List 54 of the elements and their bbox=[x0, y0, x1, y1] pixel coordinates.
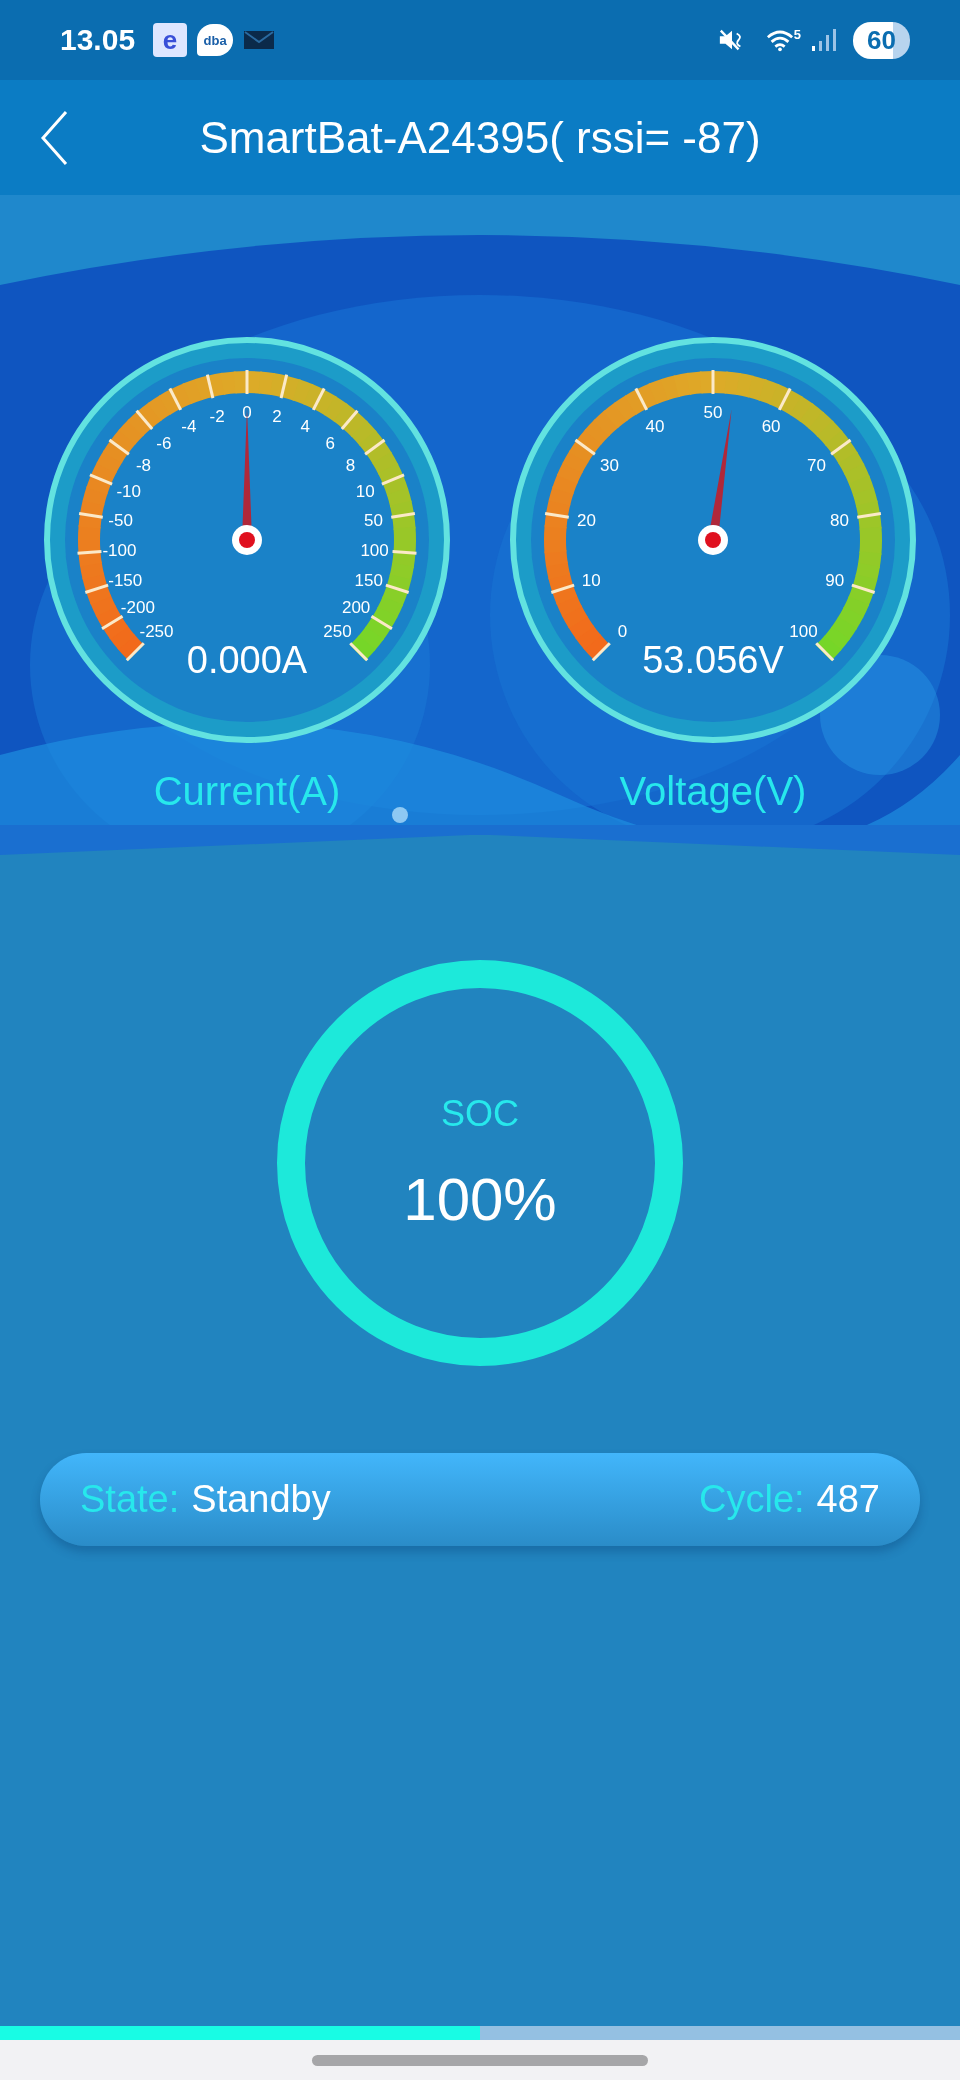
needle-pivot-icon bbox=[698, 525, 728, 555]
cycle-value: 487 bbox=[816, 1478, 880, 1521]
tick-label: 40 bbox=[645, 416, 665, 436]
tick-label: 250 bbox=[323, 621, 352, 641]
tick-label: -6 bbox=[156, 433, 172, 453]
tick-label: 50 bbox=[363, 511, 383, 530]
tick-label: 100 bbox=[789, 621, 818, 641]
tick-label: -200 bbox=[120, 597, 155, 617]
wifi-icon bbox=[765, 28, 794, 52]
tick-label: 50 bbox=[703, 403, 723, 422]
tick-label: -2 bbox=[209, 406, 225, 426]
tick-label: 8 bbox=[345, 455, 356, 475]
tick-label: -50 bbox=[108, 511, 133, 530]
soc-label: SOC bbox=[441, 1092, 519, 1135]
tick-label: 20 bbox=[577, 511, 597, 530]
state-label: State: bbox=[80, 1478, 180, 1521]
soc-value: 100% bbox=[403, 1164, 557, 1234]
chat-bubble-icon: dba bbox=[197, 24, 234, 56]
tick-label: 80 bbox=[829, 511, 849, 530]
tick-label: 0 bbox=[242, 403, 252, 422]
tick-label: 200 bbox=[341, 597, 371, 617]
tick-label: 2 bbox=[272, 406, 282, 426]
device-title: SmartBat-A24395( rssi= -87) bbox=[199, 112, 761, 163]
state-value: Standby bbox=[191, 1478, 331, 1521]
gauge-reading: 0.000A bbox=[186, 639, 308, 681]
tick-label: 4 bbox=[300, 416, 310, 436]
wifi-band-label: 5 bbox=[793, 28, 802, 41]
mail-icon bbox=[243, 29, 276, 51]
tick-label: -8 bbox=[135, 455, 151, 475]
gauge-label: Voltage(V) bbox=[619, 769, 807, 814]
tick-label: 90 bbox=[825, 570, 845, 590]
tick-label: 70 bbox=[807, 455, 826, 475]
tick-label: 0 bbox=[617, 621, 628, 641]
tick-label: 100 bbox=[360, 541, 389, 561]
home-handle[interactable] bbox=[312, 2054, 648, 2066]
tick-label: 10 bbox=[355, 482, 375, 501]
tick-label: 6 bbox=[325, 433, 335, 453]
tick-label: 30 bbox=[600, 455, 619, 475]
tick-label: -150 bbox=[108, 570, 143, 590]
cycle-label: Cycle: bbox=[699, 1478, 805, 1521]
tick-label: -250 bbox=[139, 621, 174, 641]
gauge-reading: 53.056V bbox=[642, 639, 784, 681]
tick-label: -100 bbox=[102, 541, 137, 561]
tick-label: -4 bbox=[181, 416, 197, 436]
signal-bars-icon bbox=[811, 28, 838, 52]
gauge-label: Current(A) bbox=[153, 769, 341, 814]
tick-label: 150 bbox=[354, 570, 383, 590]
tick-label: -10 bbox=[116, 482, 142, 501]
app-notification-icon: e bbox=[153, 23, 188, 57]
tick-label: 10 bbox=[581, 570, 601, 590]
battery-level: 60 bbox=[853, 21, 910, 59]
needle-pivot-icon bbox=[232, 525, 262, 555]
clock-time: 13.05 bbox=[60, 23, 136, 57]
tick-label: 60 bbox=[761, 416, 781, 436]
